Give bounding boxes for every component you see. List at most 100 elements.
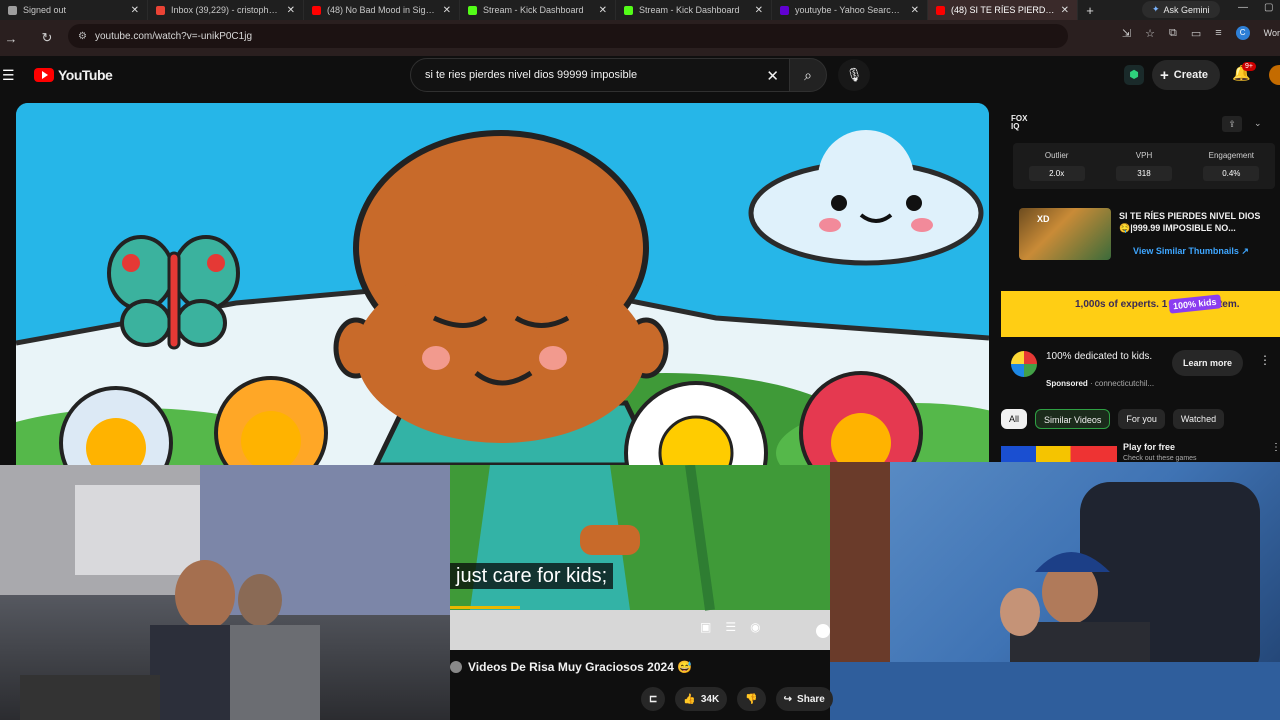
- forward-icon[interactable]: →: [0, 31, 22, 46]
- browser-toolbar: → ↻ ⚙ youtube.com/watch?v=-unikP0C1jg ⇲ …: [0, 20, 1280, 56]
- close-icon[interactable]: ✕: [443, 5, 451, 16]
- browser-tab[interactable]: Stream - Kick Dashboard ✕: [460, 0, 616, 20]
- youtube-logo-text: YouTube: [58, 67, 113, 83]
- close-icon[interactable]: ✕: [131, 5, 139, 16]
- chip-watched[interactable]: Watched: [1172, 409, 1225, 429]
- vidiq-thumbnail[interactable]: XD: [1019, 208, 1111, 260]
- gemini-icon: ✦: [1152, 4, 1160, 14]
- browser-tab[interactable]: Signed out ✕: [0, 0, 148, 20]
- camera-icon[interactable]: ◉: [750, 620, 760, 634]
- chip-for-you[interactable]: For you: [1118, 409, 1165, 429]
- ask-gemini-label: Ask Gemini: [1163, 4, 1210, 15]
- new-tab-button[interactable]: +: [1078, 3, 1102, 18]
- play-free-title: Play for free: [1123, 442, 1176, 452]
- reload-icon[interactable]: ↻: [36, 30, 58, 46]
- tab-title: Inbox (39,229) - cristopher@: [171, 5, 281, 15]
- tab-title: (48) SI TE RÍES PIERDES: [951, 5, 1055, 15]
- video-title-row: Videos De Risa Muy Graciosos 2024 😅: [450, 660, 830, 674]
- voice-search-button[interactable]: 🎙: [838, 59, 870, 91]
- reading-list-icon[interactable]: ≡: [1215, 27, 1221, 39]
- bookmark-star-icon[interactable]: ☆: [1145, 27, 1155, 40]
- site-settings-icon[interactable]: ⚙: [78, 31, 87, 42]
- sponsored-label: Sponsored: [1046, 379, 1088, 388]
- more-vert-icon[interactable]: ⋮: [1271, 442, 1280, 453]
- close-icon[interactable]: ✕: [1061, 5, 1069, 16]
- youtube-icon: [936, 5, 945, 15]
- stat-label: VPH: [1135, 151, 1153, 160]
- play-free-subtitle: Check out these games: [1123, 455, 1197, 462]
- stat-label: Engagement: [1208, 151, 1254, 160]
- ad-banner[interactable]: 1,000s of experts. 1 health system. 100%…: [1001, 291, 1280, 337]
- webcam-scene: [0, 465, 450, 720]
- video-lower-region: [450, 465, 830, 720]
- like-button[interactable]: 👍 34K: [675, 687, 728, 711]
- browser-tab-active[interactable]: (48) SI TE RÍES PIERDES ✕: [928, 0, 1078, 20]
- sponsor-name: · connecticutchil...: [1090, 379, 1155, 388]
- kick-icon: [624, 5, 633, 15]
- minimize-icon[interactable]: —: [1238, 2, 1248, 13]
- yahoo-icon: [780, 5, 789, 15]
- vidiq-logo: FOX IQ: [1011, 114, 1028, 131]
- video-lower-frame: [450, 465, 830, 720]
- stat-value: 2.0x: [1028, 166, 1085, 181]
- close-icon[interactable]: ✕: [755, 5, 763, 16]
- sidebar-icon[interactable]: ▭: [1191, 27, 1201, 40]
- chip-all[interactable]: All: [1001, 409, 1028, 429]
- view-similar-thumbnails-link[interactable]: View Similar Thumbnails ↗: [1133, 246, 1249, 257]
- thumbnail-badge: XD: [1037, 214, 1050, 224]
- maximize-icon[interactable]: ▢: [1264, 2, 1273, 13]
- browser-tab-strip: Signed out ✕ Inbox (39,229) - cristopher…: [0, 0, 1280, 20]
- stat-value: 0.4%: [1203, 166, 1260, 181]
- save-button[interactable]: ⊏: [641, 687, 666, 711]
- chevron-down-icon[interactable]: ⌄: [1254, 118, 1262, 129]
- clear-search-icon[interactable]: ✕: [766, 67, 779, 85]
- create-button[interactable]: + Create: [1152, 60, 1221, 90]
- channel-avatar[interactable]: [450, 661, 462, 673]
- image-icon[interactable]: ▣: [700, 620, 711, 634]
- learn-more-button[interactable]: Learn more: [1172, 350, 1244, 376]
- profile-avatar[interactable]: C: [1235, 26, 1250, 40]
- webcam-overlay-left: [0, 465, 450, 720]
- thumbs-down-icon: 👎: [745, 693, 758, 705]
- video-title: Videos De Risa Muy Graciosos 2024 😅: [468, 660, 693, 674]
- ad-banner-badge: 100% kids: [1168, 294, 1222, 314]
- account-avatar[interactable]: [1269, 65, 1280, 85]
- browser-tab[interactable]: (48) No Bad Mood in Sight | ✕: [304, 0, 460, 20]
- address-bar[interactable]: ⚙ youtube.com/watch?v=-unikP0C1jg: [68, 24, 1068, 48]
- stat-label: Outlier: [1044, 151, 1069, 160]
- share-icon[interactable]: ⇪: [1222, 116, 1242, 132]
- search-icon: ⌕: [804, 67, 812, 83]
- stat-engagement: Engagement 0.4%: [1188, 143, 1275, 189]
- notes-icon[interactable]: ☰: [725, 620, 736, 634]
- youtube-logo[interactable]: YouTube: [34, 67, 113, 83]
- webcam-scene: [830, 462, 1280, 720]
- close-icon[interactable]: ✕: [911, 5, 919, 16]
- vidiq-extension-icon[interactable]: ⬢: [1124, 65, 1144, 85]
- dislike-button[interactable]: 👎: [737, 687, 766, 711]
- browser-tab[interactable]: Inbox (39,229) - cristopher@ ✕: [148, 0, 304, 20]
- url-text: youtube.com/watch?v=-unikP0C1jg: [94, 30, 252, 42]
- install-icon[interactable]: ⇲: [1122, 27, 1131, 40]
- ask-gemini-button[interactable]: ✦ Ask Gemini: [1142, 1, 1220, 18]
- search-input[interactable]: si te ries pierdes nivel dios 99999 impo…: [410, 58, 790, 92]
- share-button[interactable]: ↪ Share: [775, 687, 833, 711]
- thumbs-up-icon: 👍: [683, 693, 696, 705]
- video-player[interactable]: [16, 103, 989, 465]
- more-vert-icon[interactable]: ⋮: [1259, 353, 1271, 367]
- browser-tab[interactable]: youtuybe - Yahoo Search Re ✕: [772, 0, 928, 20]
- chip-similar-videos[interactable]: Similar Videos: [1035, 409, 1111, 429]
- tab-title: (48) No Bad Mood in Sight |: [327, 5, 437, 15]
- profile-label[interactable]: Wor: [1264, 28, 1280, 38]
- gmail-icon: [156, 5, 165, 15]
- menu-icon[interactable]: ☰: [2, 67, 16, 84]
- close-icon[interactable]: ✕: [599, 5, 607, 16]
- ad-sponsor: Sponsored · connecticutchil...: [1046, 379, 1154, 388]
- toolbar-icons: ⇲ ☆ ⧉ ▭ ≡ C Wor: [1122, 26, 1280, 40]
- pause-toggle[interactable]: [816, 624, 830, 638]
- browser-tab[interactable]: Stream - Kick Dashboard ✕: [616, 0, 772, 20]
- extensions-icon[interactable]: ⧉: [1169, 27, 1177, 40]
- close-icon[interactable]: ✕: [287, 5, 295, 16]
- ad-title: 100% dedicated to kids.: [1046, 351, 1153, 362]
- advertiser-logo: [1011, 351, 1037, 377]
- search-button[interactable]: ⌕: [789, 58, 827, 92]
